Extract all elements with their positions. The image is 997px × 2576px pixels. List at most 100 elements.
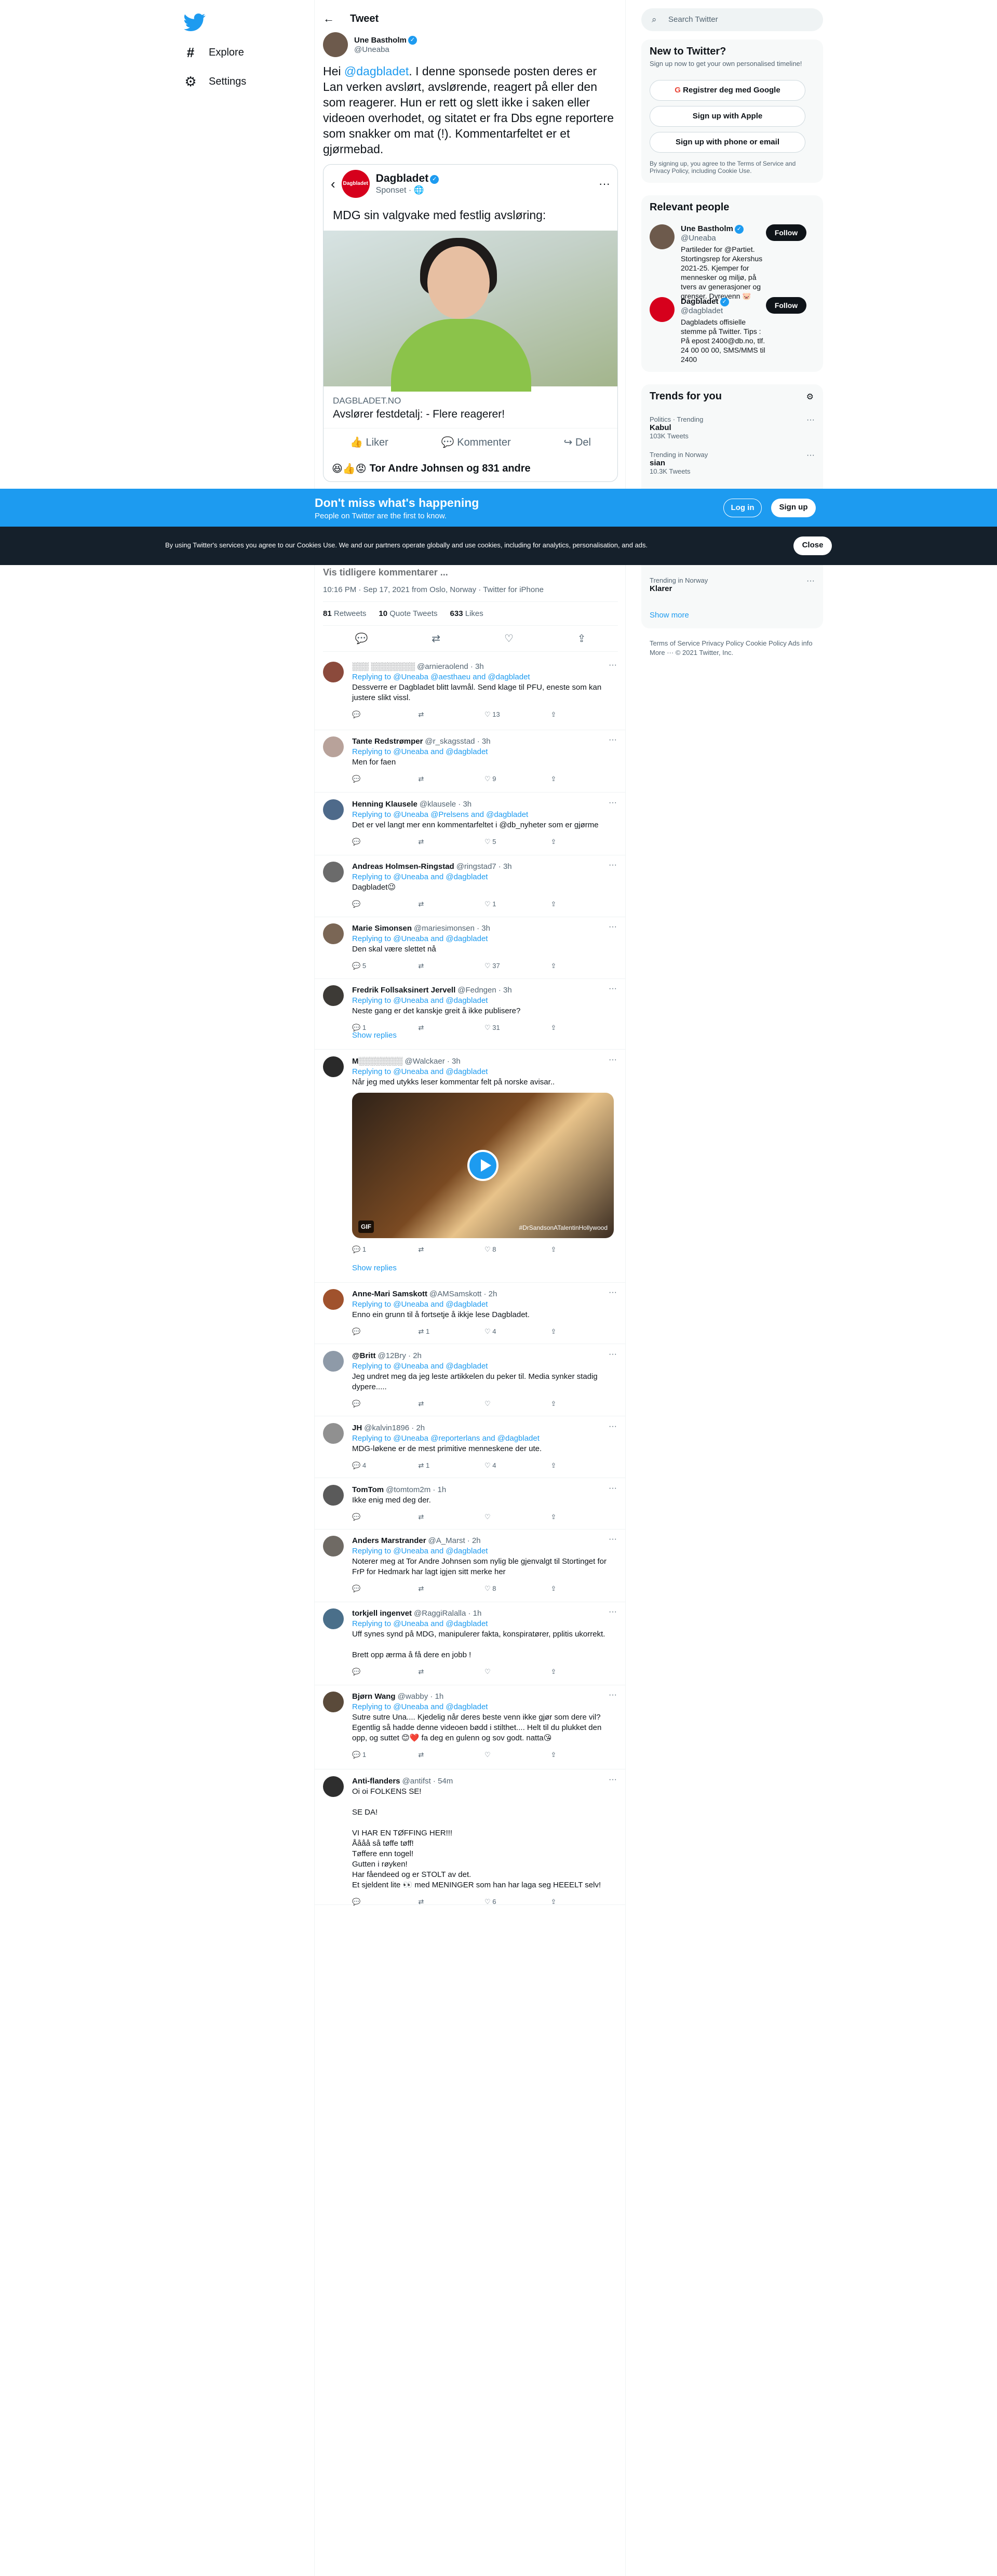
retweet-action[interactable]: ⇄ [419, 837, 485, 847]
retweet-action[interactable]: ⇄ [419, 1667, 485, 1677]
reply-tweet[interactable]: ··· Bjørn Wang @wabby · 1h Replying to @Un… [315, 1685, 625, 1769]
replying-to[interactable]: Replying to @Uneaba and @dagbladet [352, 1067, 617, 1077]
retweet-action[interactable]: ⇄ [419, 1584, 485, 1594]
nav-explore[interactable]: # Explore [184, 39, 244, 65]
retweet-action[interactable]: ⇄ [419, 774, 485, 784]
more-icon[interactable]: ··· [609, 1535, 617, 1544]
retweet-action[interactable]: ⇄ 1 [419, 1460, 485, 1471]
reply-author-name[interactable]: ░░░ ░░░░░░░░ [352, 662, 415, 672]
avatar[interactable] [323, 1289, 344, 1310]
reply-handle[interactable]: @mariesimonsen · 3h [414, 923, 490, 934]
avatar[interactable] [323, 985, 344, 1006]
share-action[interactable]: ⇪ [551, 837, 617, 847]
share-action[interactable]: ⇪ [551, 1399, 617, 1409]
avatar[interactable] [323, 799, 344, 820]
reply-tweet[interactable]: ··· torkjell ingenvet @RaggiRalalla · 1h R… [315, 1602, 625, 1685]
play-icon[interactable] [467, 1150, 498, 1181]
more-icon[interactable]: ··· [806, 576, 815, 586]
reply-author-name[interactable]: Anne-Mari Samskott [352, 1289, 427, 1299]
like-icon[interactable]: ♡ [504, 632, 514, 645]
person-name[interactable]: Dagbladet [681, 297, 719, 306]
show-replies-link[interactable]: Show replies [352, 1264, 397, 1272]
replying-to[interactable]: Replying to @Uneaba @Prelsens and @dagbl… [352, 810, 617, 820]
like-action[interactable]: ♡ 5 [484, 837, 551, 847]
reply-handle[interactable]: @kalvin1896 · 2h [364, 1423, 425, 1433]
reply-action[interactable]: 💬 [352, 837, 419, 847]
reply-author-name[interactable]: Anti-flanders [352, 1776, 400, 1787]
person-name[interactable]: Une Bastholm [681, 224, 733, 233]
replying-to[interactable]: Replying to @Uneaba and @dagbladet [352, 1702, 617, 1712]
reply-action[interactable]: 💬 [352, 1667, 419, 1677]
avatar[interactable] [323, 662, 344, 682]
share-action[interactable]: ⇪ [551, 1244, 617, 1255]
footer-links[interactable]: Terms of Service Privacy Policy Cookie P… [650, 639, 816, 658]
trend-item[interactable]: Trending in Norway Klarer ··· [650, 576, 815, 593]
avatar[interactable] [323, 1423, 344, 1444]
avatar[interactable] [323, 32, 348, 57]
retweets-stat[interactable]: 81 Retweets [323, 609, 366, 618]
reply-handle[interactable]: @antifst · 54m [402, 1776, 453, 1787]
reply-tweet[interactable]: ··· M░░░░░░░░ @Walckaer · 3h Replying to @… [315, 1050, 625, 1283]
replying-to[interactable]: Replying to @Uneaba and @dagbladet [352, 1546, 617, 1557]
likes-stat[interactable]: 633 Likes [450, 609, 483, 618]
replying-to[interactable]: Replying to @Uneaba and @dagbladet [352, 1361, 617, 1372]
relevant-person[interactable]: Dagbladet ✓ @dagbladet Dagbladets offisiell… [650, 297, 815, 364]
reply-action[interactable]: 💬 4 [352, 1460, 419, 1471]
more-icon[interactable]: ··· [609, 1288, 617, 1297]
apple-signup-button[interactable]: Sign up with Apple [650, 106, 805, 127]
reply-action[interactable]: 💬 [352, 1512, 419, 1522]
reply-handle[interactable]: @r_skagsstad · 3h [425, 736, 490, 747]
like-action[interactable]: ♡ 9 [484, 774, 551, 784]
person-handle[interactable]: @Uneaba [681, 234, 769, 243]
like-action[interactable]: ♡ [484, 1399, 551, 1409]
replying-to[interactable]: Replying to @Uneaba and @dagbladet [352, 747, 617, 757]
replying-to[interactable]: Replying to @Uneaba and @dagbladet [352, 934, 617, 944]
reply-author-name[interactable]: TomTom [352, 1485, 384, 1495]
reply-handle[interactable]: @ringstad7 · 3h [456, 862, 512, 872]
replying-to[interactable]: Replying to @Uneaba and @dagbladet [352, 1299, 617, 1310]
retweet-action[interactable]: ⇄ 1 [419, 1326, 485, 1337]
more-icon[interactable]: ··· [609, 661, 617, 670]
reply-author-name[interactable]: Henning Klausele [352, 799, 417, 810]
signup-button[interactable]: Sign up [771, 499, 816, 517]
share-action[interactable]: ⇪ [551, 1023, 617, 1033]
share-action[interactable]: ⇪ [551, 1460, 617, 1471]
reply-handle[interactable]: @AMSamskott · 2h [429, 1289, 497, 1299]
share-action[interactable]: ⇪ [551, 1326, 617, 1337]
reply-handle[interactable]: @RaggiRalalla · 1h [414, 1608, 481, 1619]
avatar[interactable] [323, 736, 344, 757]
back-arrow-icon[interactable]: ← [323, 12, 334, 25]
reply-author-name[interactable]: Tante Redstrømper [352, 736, 423, 747]
replying-to[interactable]: Replying to @Uneaba @reporterlans and @d… [352, 1433, 617, 1444]
trend-item[interactable]: Politics · Trending Kabul 103K Tweets ··… [650, 415, 815, 440]
trend-item[interactable]: Trending in Norway sian 10.3K Tweets ··· [650, 451, 815, 475]
share-action[interactable]: ⇪ [551, 1512, 617, 1522]
google-signup-button[interactable]: G Registrer deg med Google [650, 80, 805, 101]
avatar[interactable] [650, 297, 675, 322]
more-icon[interactable]: ··· [609, 1775, 617, 1785]
more-icon[interactable]: ··· [609, 861, 617, 870]
search-input[interactable]: ⌕ Search Twitter [641, 8, 823, 31]
reply-handle[interactable]: @Fedngen · 3h [457, 985, 511, 996]
reply-author-name[interactable]: JH [352, 1423, 362, 1433]
share-action[interactable]: ⇪ [551, 1584, 617, 1594]
replying-to[interactable]: Replying to @Uneaba @aesthaeu and @dagbl… [352, 672, 617, 682]
more-icon[interactable]: ··· [609, 1422, 617, 1431]
relevant-person[interactable]: Une Bastholm ✓ @Uneaba Partileder for @Part… [650, 224, 815, 301]
avatar[interactable] [323, 1692, 344, 1712]
reply-tweet[interactable]: ··· Anders Marstrander @A_Marst · 2h Reply… [315, 1530, 625, 1602]
cookie-close-button[interactable]: Close [793, 536, 832, 555]
like-action[interactable]: ♡ 31 [484, 1023, 551, 1033]
reply-tweet[interactable]: ··· ░░░ ░░░░░░░░ @arnieraolend · 3h Replyi… [315, 655, 625, 730]
reply-author-name[interactable]: torkjell ingenvet [352, 1608, 412, 1619]
like-action[interactable]: ♡ [484, 1667, 551, 1677]
more-icon[interactable]: ··· [609, 1484, 617, 1493]
more-icon[interactable]: ··· [806, 415, 815, 425]
reply-handle[interactable]: @Walckaer · 3h [405, 1056, 461, 1067]
replying-to[interactable]: Replying to @Uneaba and @dagbladet [352, 872, 617, 882]
reply-tweet[interactable]: ··· @Britt @12Bry · 2h Replying to @Uneaba… [315, 1345, 625, 1416]
share-action[interactable]: ⇪ [551, 1750, 617, 1760]
retweet-action[interactable]: ⇄ [419, 961, 485, 971]
share-action[interactable]: ⇪ [551, 961, 617, 971]
reply-action[interactable]: 💬 [352, 1897, 419, 1907]
